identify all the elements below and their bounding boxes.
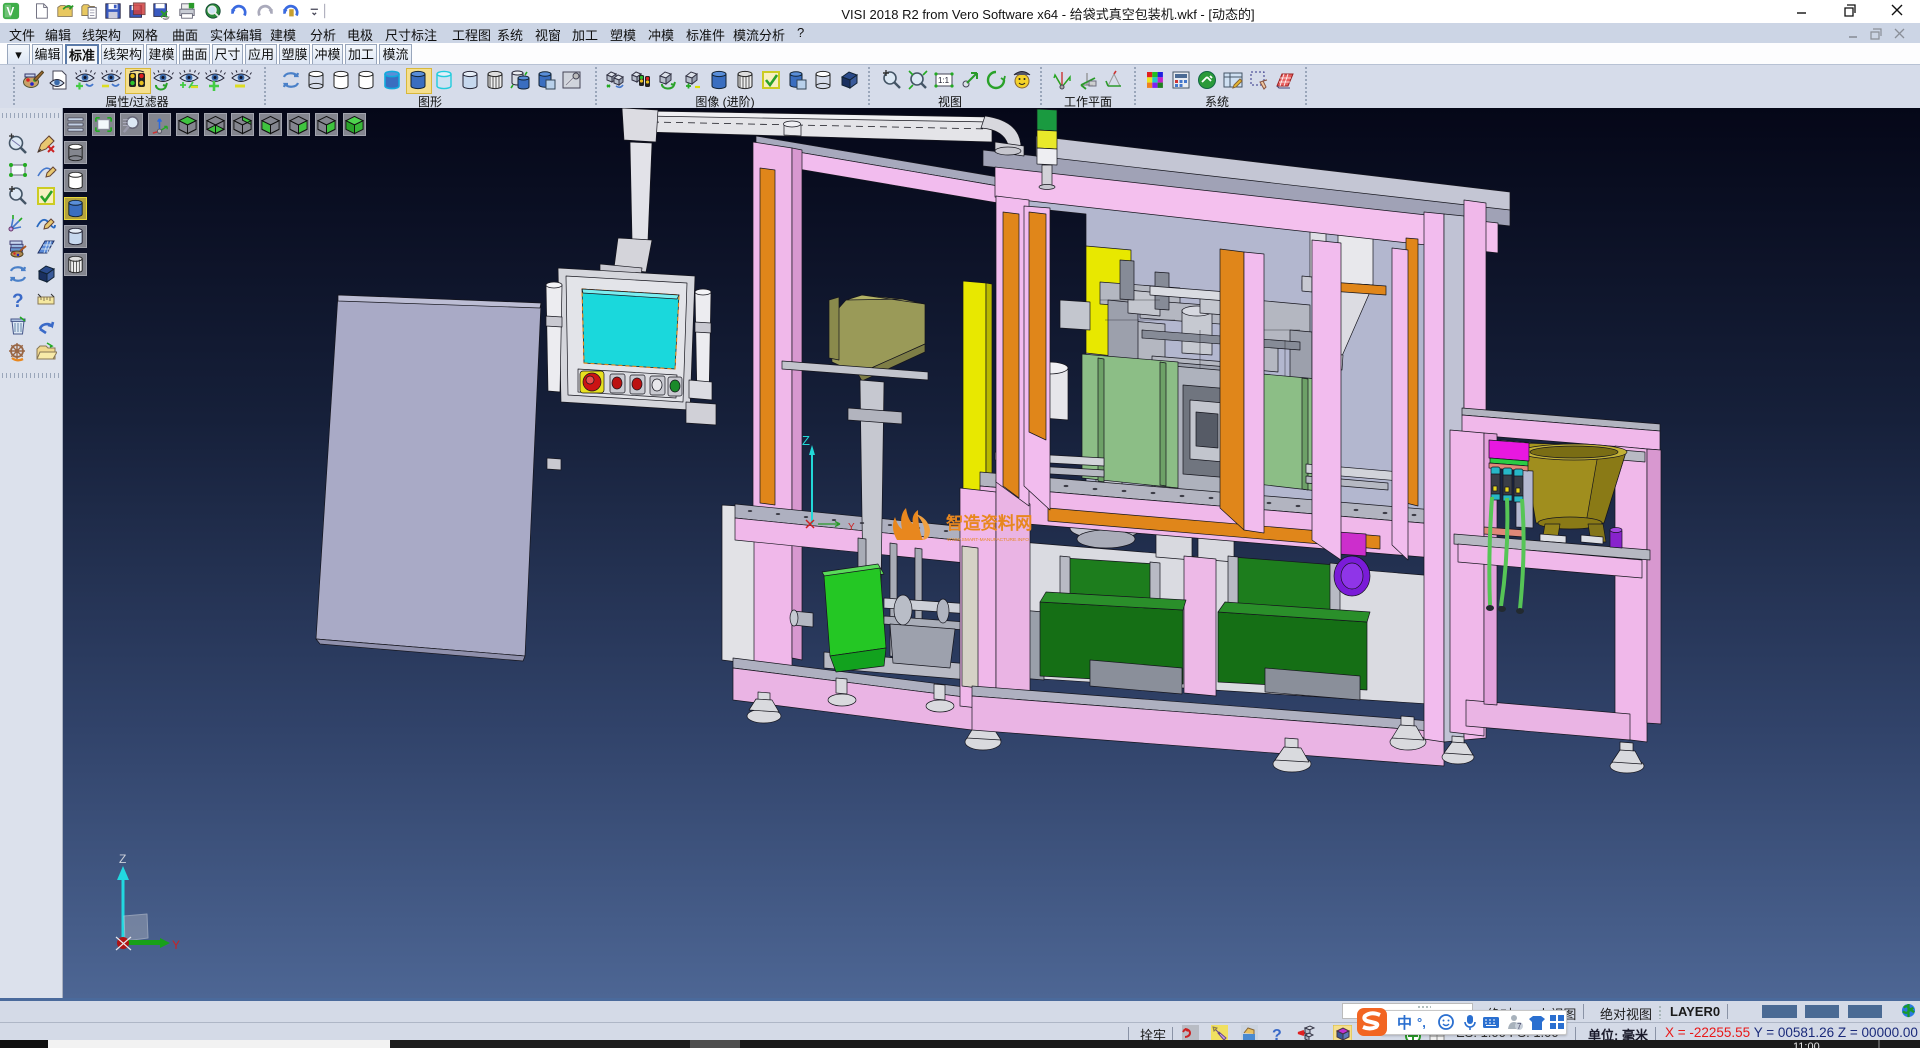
svg-text:°,: °, — [1417, 1015, 1426, 1030]
svg-text:V: V — [7, 6, 15, 19]
svg-text:7: 7 — [1517, 1022, 1522, 1031]
svg-text:中: 中 — [1397, 1014, 1412, 1031]
svg-text:智造资料网: 智造资料网 — [946, 513, 1032, 533]
svg-text:1:1: 1:1 — [938, 76, 950, 85]
svg-text:WWW.SMART-MANUFACTURE.INFO: WWW.SMART-MANUFACTURE.INFO — [947, 537, 1029, 543]
svg-text:Z: Z — [802, 433, 810, 448]
svg-text:Z: Z — [119, 852, 126, 866]
svg-text:Y: Y — [172, 938, 180, 952]
svg-text:Y: Y — [848, 522, 855, 533]
svg-text:?: ? — [12, 291, 24, 311]
